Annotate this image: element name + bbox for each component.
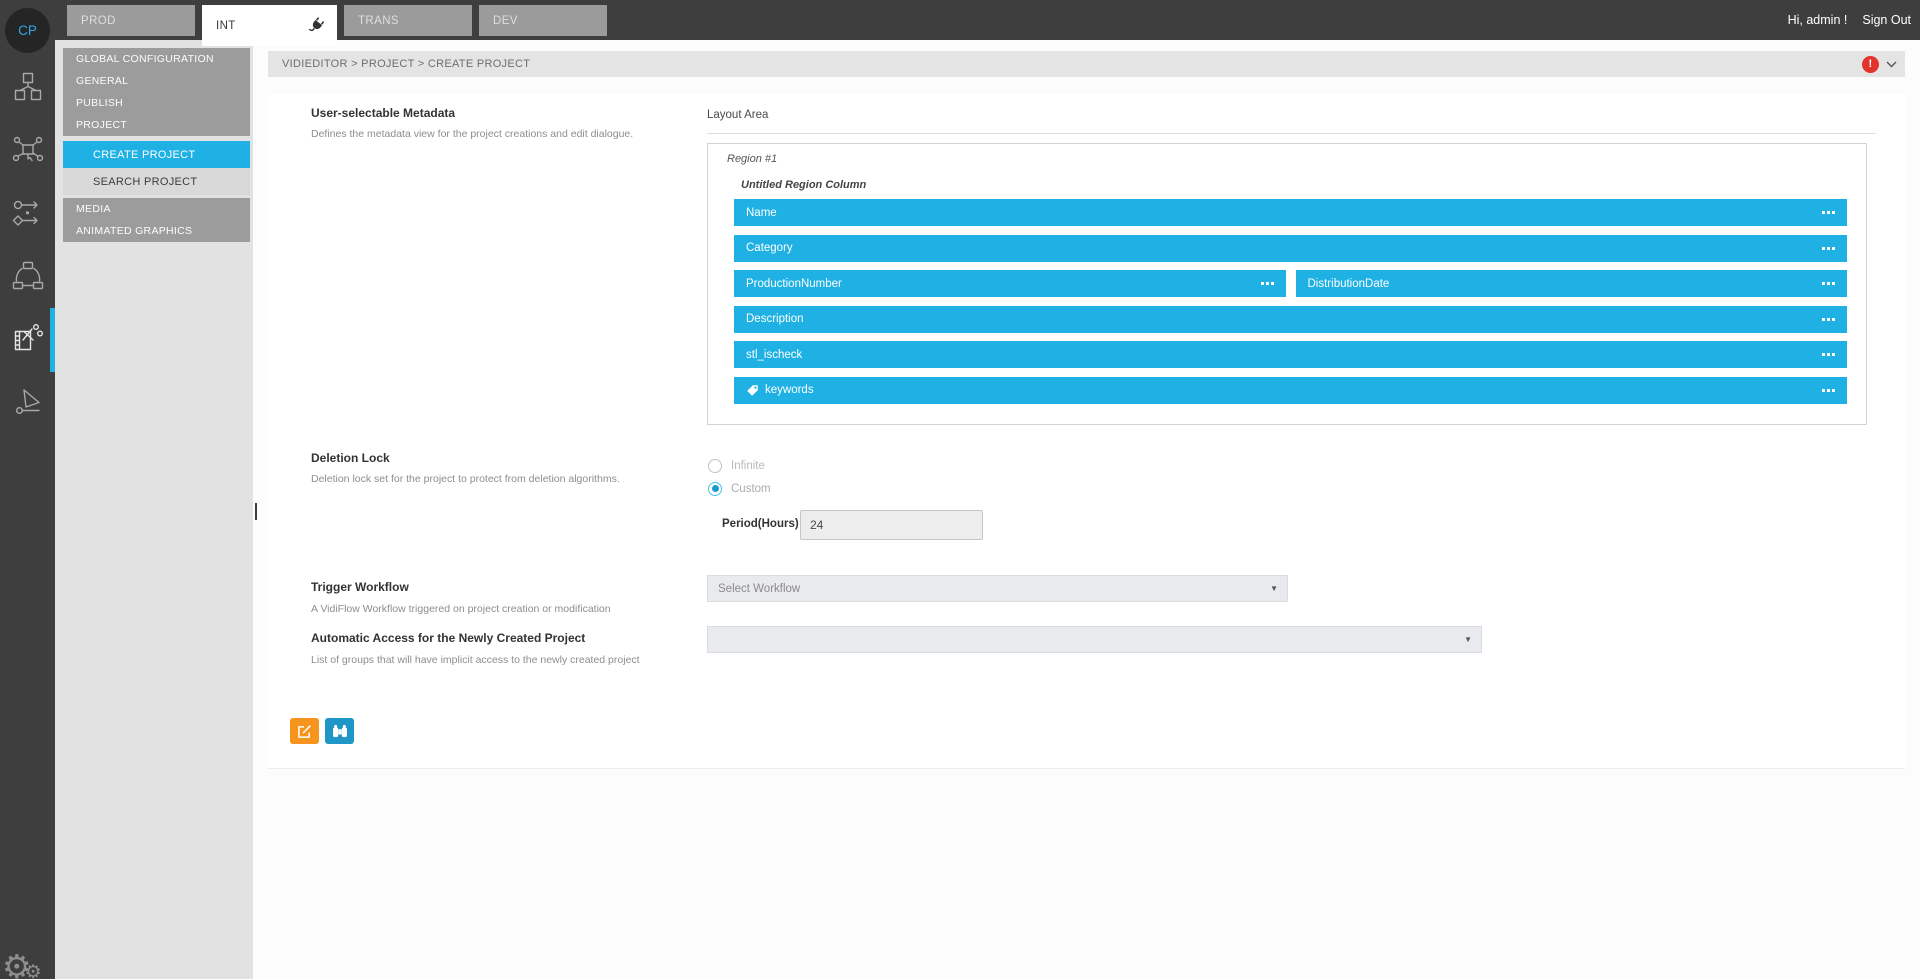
environment-tabs: PROD INT TRANS DEV (67, 5, 607, 46)
radio-option-custom[interactable]: Custom (708, 479, 771, 498)
automatic-access-description: List of groups that will have implicit a… (311, 654, 640, 666)
metadata-field-label: keywords (765, 384, 814, 396)
sidebar-item-global-configuration[interactable]: GLOBAL CONFIGURATION (63, 48, 250, 70)
trigger-workflow-description: A VidiFlow Workflow triggered on project… (311, 603, 611, 615)
user-area: Hi, admin ! Sign Out (1788, 0, 1911, 40)
metadata-field-label: Category (746, 242, 793, 254)
workflow-select[interactable]: Select Workflow ▼ (707, 575, 1288, 602)
text-cursor (255, 503, 257, 520)
metadata-field-label: stl_ischeck (746, 349, 802, 361)
row-menu-button[interactable] (1814, 349, 1835, 360)
player-icon[interactable] (0, 381, 55, 423)
sidebar-item-general[interactable]: GENERAL (63, 70, 250, 92)
sidebar-item-project[interactable]: PROJECT (63, 114, 250, 136)
metadata-row: Category (734, 235, 1847, 262)
chevron-down-icon[interactable] (1886, 61, 1897, 68)
modules-icon[interactable] (0, 66, 55, 108)
user-greeting: Hi, admin ! (1788, 13, 1848, 27)
sidebar-item-animated-graphics[interactable]: ANIMATED GRAPHICS (63, 220, 250, 242)
radio-selected-icon[interactable] (708, 482, 722, 496)
radio-option-infinite[interactable]: Infinite (708, 456, 771, 475)
workflow-icon[interactable] (0, 192, 55, 234)
edit-icon (297, 724, 312, 739)
trigger-workflow-title: Trigger Workflow (311, 580, 409, 594)
edit-button[interactable] (290, 718, 319, 744)
deletion-lock-description: Deletion lock set for the project to pro… (311, 473, 620, 485)
dropdown-arrow-icon: ▼ (1270, 584, 1278, 593)
alert-badge-icon[interactable]: ! (1862, 56, 1879, 73)
row-menu-button[interactable] (1814, 207, 1835, 218)
icon-sidebar: CP ⚙⚙ (0, 0, 55, 979)
tab-label: PROD (81, 15, 116, 27)
metadata-field[interactable]: Description (734, 306, 1847, 333)
sidebar-item-media[interactable]: MEDIA (63, 198, 250, 220)
app-window: CP ⚙⚙ PROD INT TRANS DEV Hi, admin ! Sign O… (0, 0, 1920, 979)
metadata-field[interactable]: ProductionNumber (734, 270, 1286, 297)
sidebar-item-publish[interactable]: PUBLISH (63, 92, 250, 114)
tab-label: INT (216, 20, 236, 32)
row-menu-button[interactable] (1253, 278, 1274, 289)
workflow-select-value: Select Workflow (718, 583, 800, 595)
tab-int[interactable]: INT (202, 5, 337, 46)
breadcrumb: VIDIEDITOR > PROJECT > CREATE PROJECT (282, 58, 530, 70)
deletion-lock-options: Infinite Custom (708, 456, 771, 498)
radio-label: Infinite (731, 460, 765, 472)
integrations-icon[interactable] (0, 129, 55, 171)
period-hours-input[interactable] (800, 510, 983, 540)
settings-gears-icon[interactable]: ⚙⚙ (2, 950, 42, 979)
radio-label: Custom (731, 483, 771, 495)
plug-icon (308, 17, 325, 34)
metadata-field-label: Description (746, 313, 804, 325)
metadata-row: Name (734, 199, 1847, 226)
video-editor-icon[interactable] (0, 318, 55, 360)
tab-trans[interactable]: TRANS (344, 5, 472, 36)
sidebar-item-create-project[interactable]: CREATE PROJECT (63, 141, 250, 168)
binoculars-icon (332, 724, 348, 738)
tab-label: DEV (493, 15, 518, 27)
metadata-section-description: Defines the metadata view for the projec… (311, 128, 633, 140)
sidebar-item-search-project[interactable]: SEARCH PROJECT (63, 168, 250, 195)
breadcrumb-bar: VIDIEDITOR > PROJECT > CREATE PROJECT ! (268, 51, 1905, 77)
radio-unselected-icon[interactable] (708, 459, 722, 473)
find-button[interactable] (325, 718, 354, 744)
metadata-row: keywords (734, 377, 1847, 404)
form-actions (290, 718, 354, 744)
tag-icon (746, 384, 759, 397)
deletion-lock-title: Deletion Lock (311, 451, 390, 465)
metadata-row: ProductionNumber DistributionDate (734, 270, 1847, 297)
metadata-section-title: User-selectable Metadata (311, 106, 455, 120)
layout-area-divider (707, 133, 1876, 134)
avatar[interactable]: CP (5, 8, 50, 53)
row-menu-button[interactable] (1814, 243, 1835, 254)
metadata-field[interactable]: stl_ischeck (734, 341, 1847, 368)
row-menu-button[interactable] (1814, 278, 1835, 289)
topology-icon[interactable] (0, 255, 55, 297)
top-bar: PROD INT TRANS DEV Hi, admin ! Sign Out (55, 0, 1920, 40)
tab-prod[interactable]: PROD (67, 5, 195, 36)
automatic-access-title: Automatic Access for the Newly Created P… (311, 631, 585, 645)
tab-label: TRANS (358, 15, 399, 27)
metadata-row: Description (734, 306, 1847, 333)
layout-area-label: Layout Area (707, 109, 768, 121)
region-label: Region #1 (727, 153, 777, 165)
metadata-field[interactable]: DistributionDate (1296, 270, 1848, 297)
metadata-field[interactable]: Name (734, 199, 1847, 226)
content-panel: User-selectable Metadata Defines the met… (268, 94, 1905, 769)
metadata-row: stl_ischeck (734, 341, 1847, 368)
layout-area-box: Region #1 Untitled Region Column Name Cat… (707, 143, 1867, 425)
sign-out-link[interactable]: Sign Out (1862, 13, 1911, 27)
metadata-field-label: ProductionNumber (746, 278, 842, 290)
region-column-label: Untitled Region Column (741, 179, 866, 191)
tab-dev[interactable]: DEV (479, 5, 607, 36)
metadata-field[interactable]: keywords (734, 377, 1847, 404)
period-hours-label: Period(Hours) (722, 518, 799, 530)
metadata-field[interactable]: Category (734, 235, 1847, 262)
metadata-field-label: DistributionDate (1308, 278, 1390, 290)
dropdown-arrow-icon: ▼ (1464, 635, 1472, 644)
access-groups-select[interactable]: ▼ (707, 626, 1482, 653)
row-menu-button[interactable] (1814, 314, 1835, 325)
config-nav: GLOBAL CONFIGURATIONGENERALPUBLISHPROJEC… (55, 40, 253, 979)
metadata-field-label: Name (746, 207, 777, 219)
row-menu-button[interactable] (1814, 385, 1835, 396)
